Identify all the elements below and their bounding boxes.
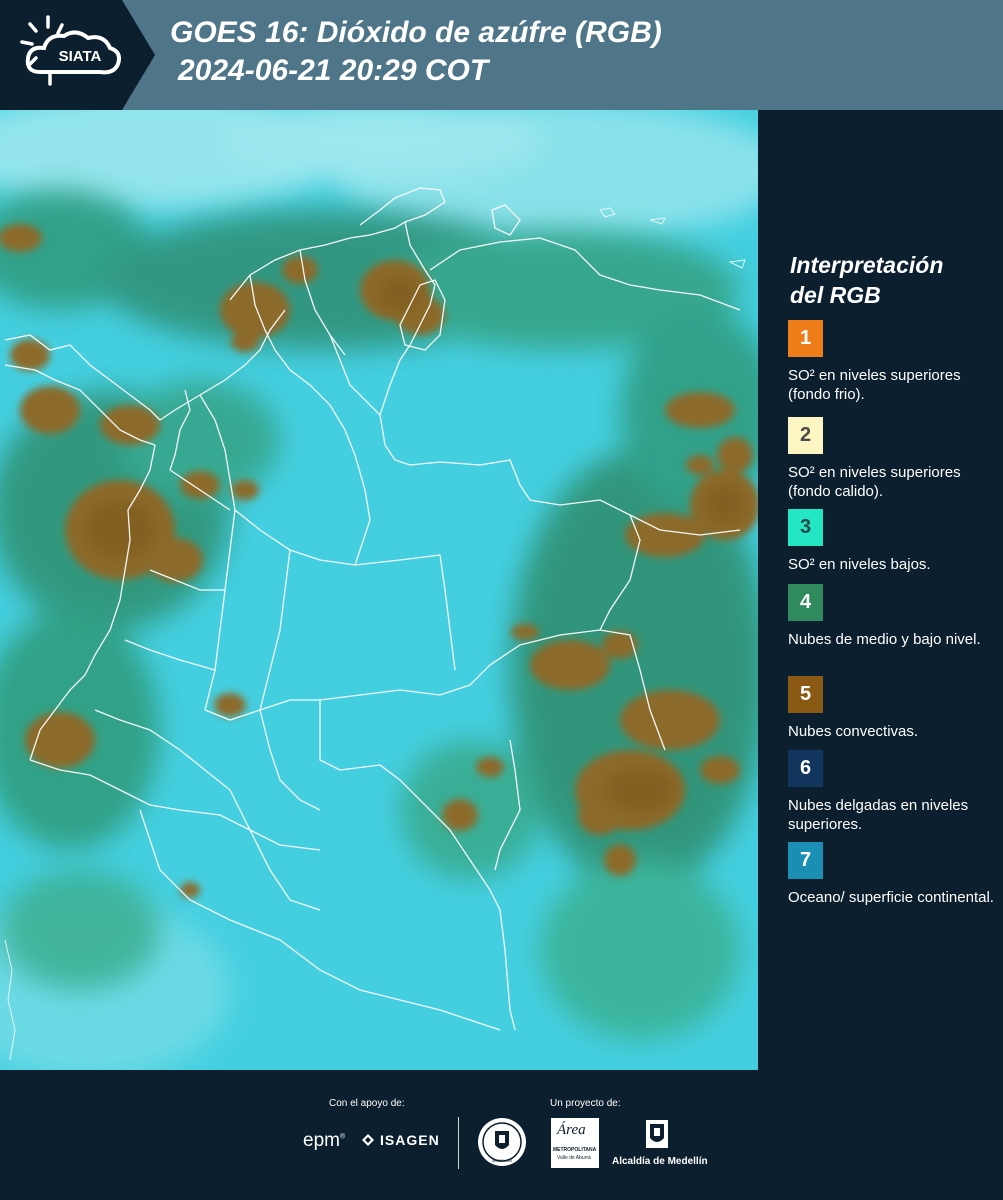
- title-product: GOES 16: Dióxido de azúfre (RGB): [170, 16, 662, 49]
- alcaldia-logo: Alcaldía de Medellín: [612, 1118, 708, 1170]
- legend-swatch: 4: [788, 584, 823, 621]
- legend-label: Nubes convectivas.: [788, 723, 919, 740]
- legend-swatch: 1: [788, 320, 823, 357]
- seal-icon: MEDELLÍN: [478, 1118, 526, 1166]
- legend-item-7: 7 Oceano/ superficie continental.: [788, 842, 998, 907]
- satellite-image: [0, 110, 758, 1070]
- svg-text:MEDELLÍN: MEDELLÍN: [492, 1158, 512, 1163]
- legend-label: SO² en niveles bajos.: [788, 556, 931, 573]
- footer: Con el apoyo de: Un proyecto de: epm® IS…: [0, 1070, 1003, 1200]
- legend-swatch: 6: [788, 750, 823, 787]
- legend-item-1: 1 SO² en niveles superiores (fondo frio)…: [788, 320, 998, 404]
- footer-divider: [458, 1117, 459, 1169]
- coat-of-arms-icon: [646, 1120, 668, 1148]
- isagen-icon: [362, 1134, 374, 1146]
- page-title: GOES 16: Dióxido de azúfre (RGB) 2024-06…: [170, 14, 662, 90]
- legend-item-5: 5 Nubes convectivas.: [788, 676, 998, 741]
- legend-item-6: 6 Nubes delgadas en niveles superiores.: [788, 750, 998, 834]
- legend-swatch: 5: [788, 676, 823, 713]
- legend-label: SO² en niveles superiores (fondo calido)…: [788, 464, 961, 500]
- isagen-logo: ISAGEN: [360, 1132, 440, 1148]
- project-label: Un proyecto de:: [550, 1098, 621, 1109]
- svg-text:SIATA: SIATA: [59, 48, 102, 65]
- epm-logo: epm®: [303, 1130, 346, 1151]
- siata-logo: SIATA: [0, 0, 155, 110]
- legend-label: Nubes delgadas en niveles superiores.: [788, 797, 969, 833]
- medellin-seal: MEDELLÍN: [477, 1117, 527, 1167]
- legend-label: Nubes de medio y bajo nivel.: [788, 631, 981, 648]
- legend-item-3: 3 SO² en niveles bajos.: [788, 509, 998, 574]
- header-bar: SIATA GOES 16: Dióxido de azúfre (RGB) 2…: [0, 0, 1003, 110]
- satellite-map: [0, 110, 758, 1070]
- title-datetime: 2024-06-21 20:29 COT: [178, 54, 489, 87]
- legend-item-2: 2 SO² en niveles superiores (fondo calid…: [788, 417, 998, 501]
- area-metropolitana-logo: Área METROPOLITANA Valle de Aburrá: [551, 1118, 599, 1168]
- legend-swatch: 7: [788, 842, 823, 879]
- legend-swatch: 2: [788, 417, 823, 454]
- legend-label: SO² en niveles superiores (fondo frio).: [788, 367, 961, 403]
- legend-title: Interpretación del RGB: [790, 252, 944, 308]
- support-label: Con el apoyo de:: [329, 1098, 405, 1109]
- legend-item-4: 4 Nubes de medio y bajo nivel.: [788, 584, 998, 649]
- legend-swatch: 3: [788, 509, 823, 546]
- rgb-legend: Interpretación del RGB 1 SO² en niveles …: [760, 110, 1003, 1070]
- legend-label: Oceano/ superficie continental.: [788, 889, 994, 906]
